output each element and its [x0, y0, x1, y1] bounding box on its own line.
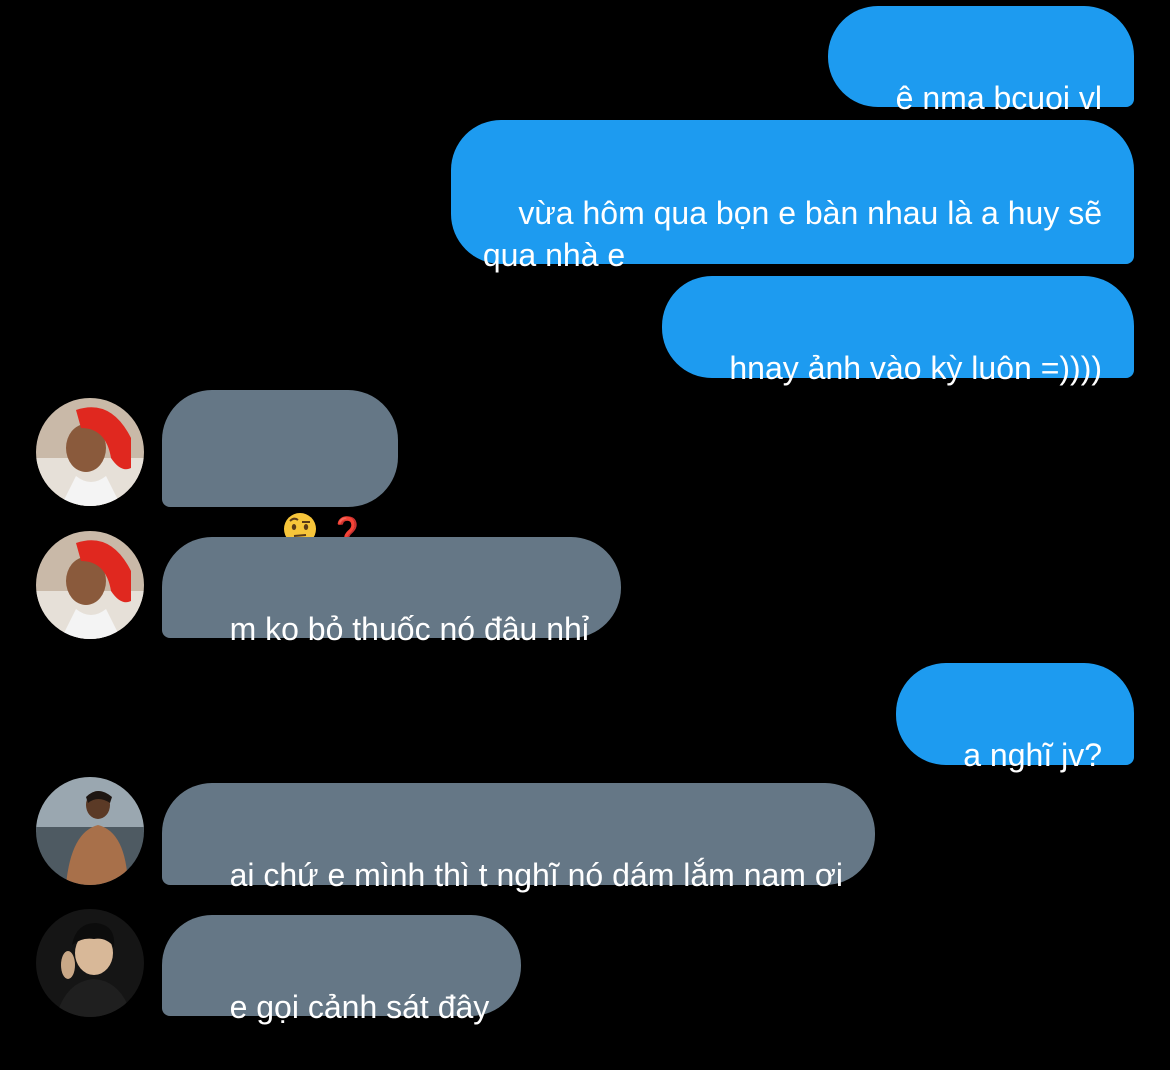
message-text: vừa hôm qua bọn e bàn nhau là a huy sẽ q… [482, 195, 1102, 273]
incoming-message[interactable]: e gọi cảnh sát đây [162, 915, 522, 1025]
message-text: hnay ảnh vào kỳ luôn =)))) [729, 350, 1102, 386]
avatar[interactable] [36, 398, 144, 506]
incoming-message[interactable]: ai chứ e mình thì t nghĩ nó dám lắm nam … [162, 783, 875, 893]
avatar[interactable] [36, 777, 144, 885]
outgoing-message[interactable]: a nghĩ jv? [895, 663, 1134, 773]
avatar-dark-portrait [36, 909, 144, 1017]
incoming-message[interactable]: m ko bỏ thuốc nó đâu nhỉ [162, 537, 621, 647]
incoming-message[interactable]: ❓ [162, 390, 399, 550]
avatar[interactable] [36, 909, 144, 1017]
avatar[interactable] [36, 531, 144, 639]
outgoing-message[interactable]: ê nma bcuoi vl [828, 6, 1134, 116]
avatar-red-scarf [36, 398, 144, 506]
avatar-beach [36, 777, 144, 885]
message-text: a nghĩ jv? [963, 737, 1102, 773]
avatar-red-scarf [36, 531, 144, 639]
message-text: ê nma bcuoi vl [895, 80, 1102, 116]
outgoing-message[interactable]: hnay ảnh vào kỳ luôn =)))) [661, 276, 1134, 386]
message-text: m ko bỏ thuốc nó đâu nhỉ [229, 611, 589, 647]
message-text: ai chứ e mình thì t nghĩ nó dám lắm nam … [229, 857, 843, 893]
outgoing-message[interactable]: vừa hôm qua bọn e bàn nhau là a huy sẽ q… [450, 120, 1134, 273]
